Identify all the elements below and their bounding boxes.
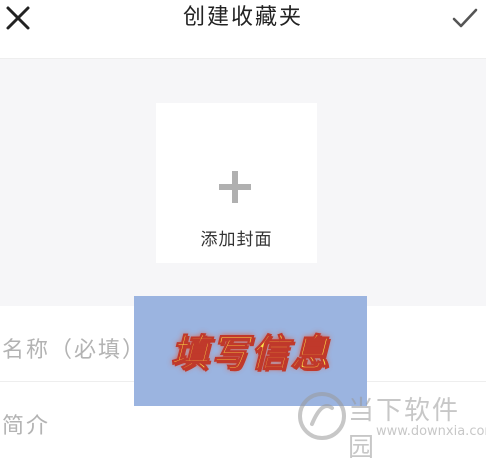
- check-icon: [452, 8, 478, 28]
- top-bar: 创建收藏夹: [0, 0, 486, 48]
- page-title: 创建收藏夹: [182, 5, 303, 30]
- watermark: 当下软件园 www.downxia.com: [296, 386, 486, 458]
- add-cover-button[interactable]: 添加封面: [156, 103, 317, 263]
- watermark-logo-icon: [298, 392, 346, 440]
- watermark-url: www.downxia.com: [376, 424, 486, 439]
- add-cover-label: 添加封面: [200, 230, 273, 250]
- confirm-button[interactable]: [448, 4, 480, 32]
- caption-text: 填写信息: [170, 330, 331, 376]
- cover-section: 添加封面: [0, 58, 486, 306]
- plus-icon: [219, 171, 251, 203]
